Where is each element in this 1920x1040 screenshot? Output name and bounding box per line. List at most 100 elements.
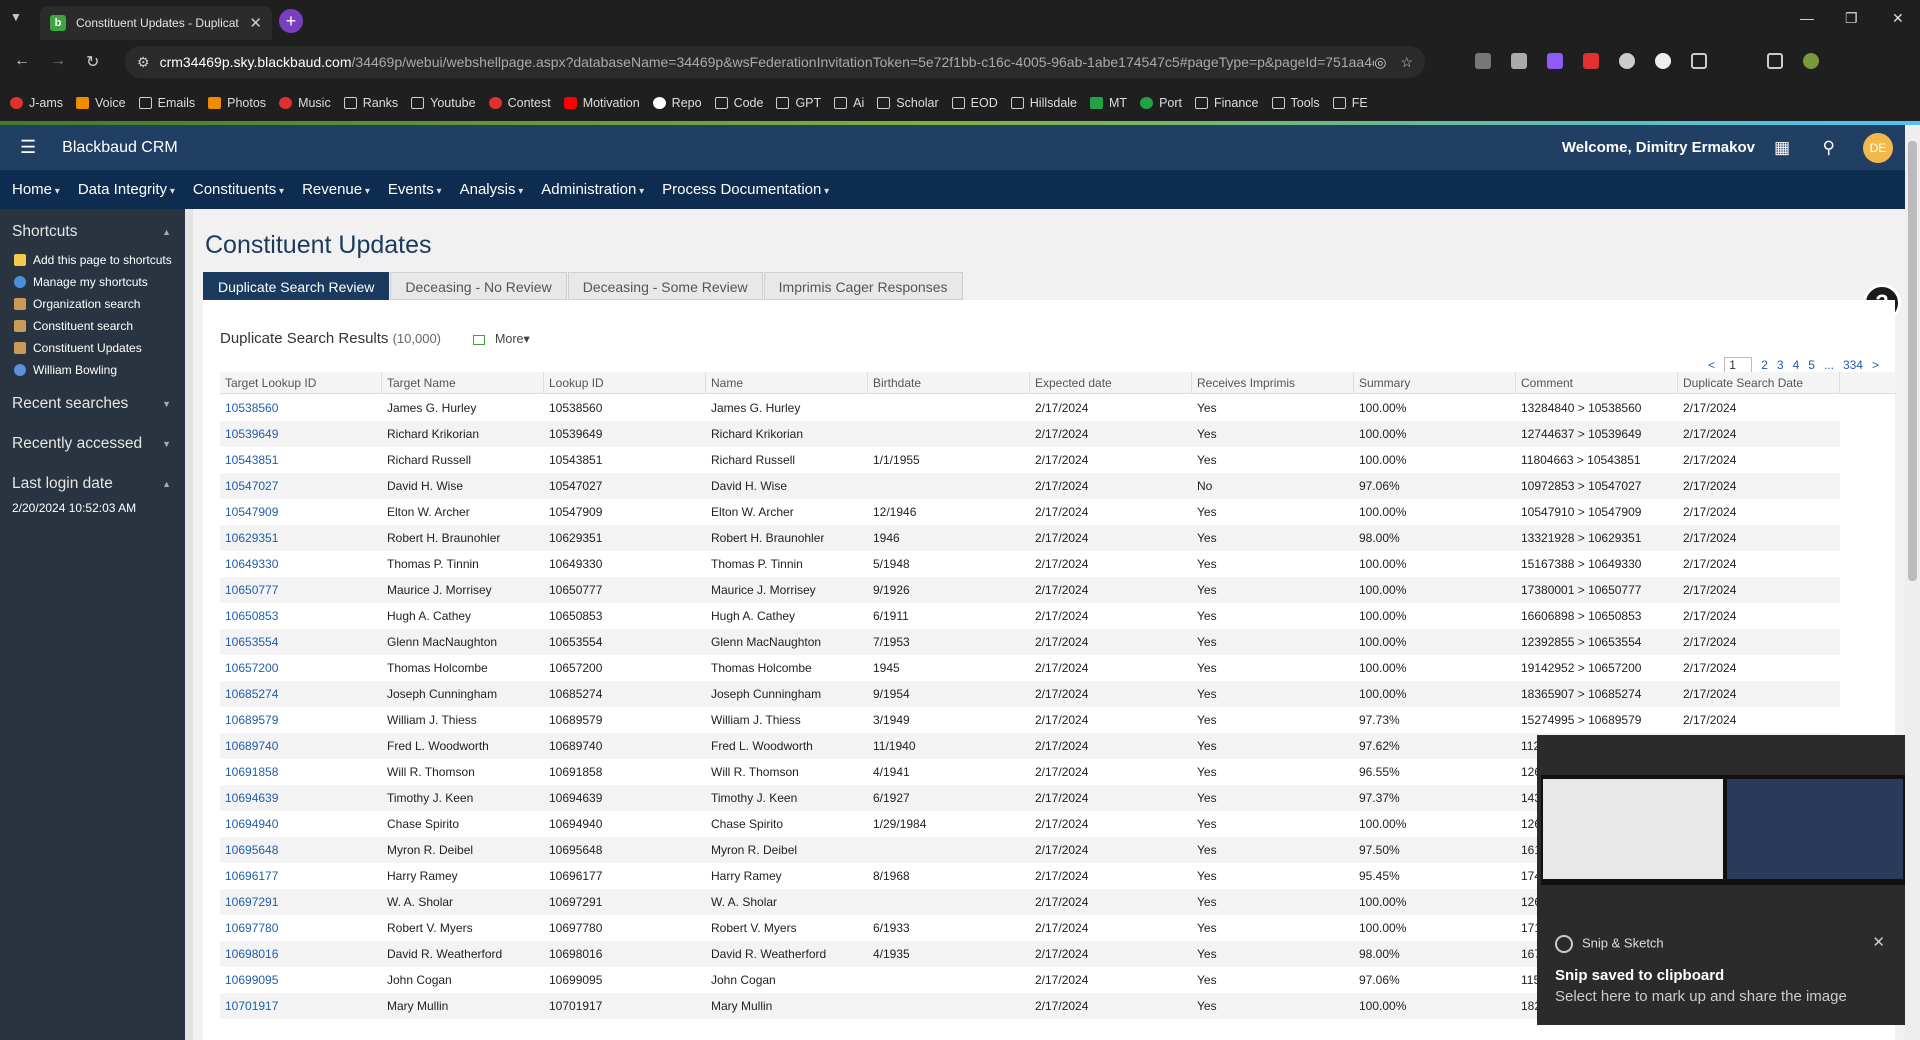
target-lookup-link[interactable]: 10650777 — [220, 577, 382, 603]
table-row[interactable]: 10689579 William J. Thiess 10689579 William… — [220, 707, 1840, 733]
scrollbar-thumb[interactable] — [1908, 141, 1917, 581]
target-lookup-link[interactable]: 10629351 — [220, 525, 382, 551]
puzzle-icon[interactable] — [1691, 53, 1707, 69]
bookmark-folder[interactable]: Emails — [138, 96, 195, 110]
bookmark-folder[interactable]: Ranks — [343, 96, 398, 110]
pager-prev[interactable]: < — [1708, 358, 1715, 372]
pager-page[interactable]: 4 — [1793, 358, 1800, 372]
extension-icon[interactable] — [1547, 53, 1563, 69]
bookmark-folder[interactable]: Ai — [834, 96, 864, 110]
extension-icon[interactable] — [1475, 53, 1491, 69]
column-header[interactable]: Lookup ID — [544, 372, 706, 393]
shortcut-manage[interactable]: Manage my shortcuts — [12, 275, 185, 289]
target-lookup-link[interactable]: 10698016 — [220, 941, 382, 967]
target-lookup-link[interactable]: 10657200 — [220, 655, 382, 681]
pager-next[interactable]: > — [1872, 358, 1879, 372]
target-lookup-link[interactable]: 10538560 — [220, 395, 382, 421]
reload-icon[interactable]: ↻ — [86, 52, 99, 72]
profile-icon[interactable] — [1803, 53, 1819, 69]
shortcuts-header[interactable]: Shortcuts ▲ — [12, 223, 185, 241]
tab-deceasing-no-review[interactable]: Deceasing - No Review — [390, 272, 567, 300]
bookmark[interactable]: Repo — [652, 96, 702, 110]
bookmark-folder[interactable]: Code — [714, 96, 763, 110]
column-header[interactable]: Duplicate Search Date — [1678, 372, 1840, 393]
column-header[interactable]: Target Name — [382, 372, 544, 393]
shortcut-william-bowling[interactable]: William Bowling — [12, 363, 185, 377]
column-header[interactable]: Target Lookup ID — [220, 372, 382, 393]
target-lookup-link[interactable]: 10689579 — [220, 707, 382, 733]
eye-off-icon[interactable]: ◎ — [1374, 54, 1386, 71]
table-row[interactable]: 10547909 Elton W. Archer 10547909 Elton W. … — [220, 499, 1840, 525]
target-lookup-link[interactable]: 10543851 — [220, 447, 382, 473]
minimize-icon[interactable]: — — [1800, 10, 1814, 26]
bookmark[interactable]: Voice — [76, 96, 126, 110]
table-row[interactable]: 10543851 Richard Russell 10543851 Richard R… — [220, 447, 1840, 473]
tab-duplicate-search-review[interactable]: Duplicate Search Review — [203, 272, 390, 300]
recently-accessed-header[interactable]: Recently accessed ▼ — [12, 435, 185, 453]
extension-icon[interactable] — [1511, 53, 1527, 69]
table-row[interactable]: 10653554 Glenn MacNaughton 10653554 Glenn M… — [220, 629, 1840, 655]
new-tab-button[interactable]: + — [279, 9, 303, 33]
back-icon[interactable]: ← — [14, 52, 30, 70]
target-lookup-link[interactable]: 10695648 — [220, 837, 382, 863]
column-header[interactable]: Birthdate — [868, 372, 1030, 393]
shortcut-constituent-updates[interactable]: Constituent Updates — [12, 341, 185, 355]
column-header[interactable]: Comment — [1516, 372, 1678, 393]
column-header[interactable]: Name — [706, 372, 868, 393]
window-close-icon[interactable]: ✕ — [1892, 10, 1904, 27]
restore-icon[interactable]: ❐ — [1845, 10, 1858, 27]
tab-close-icon[interactable]: ✕ — [249, 14, 262, 32]
tab-imprimis-cager-responses[interactable]: Imprimis Cager Responses — [763, 272, 963, 300]
extension-icon[interactable] — [1619, 53, 1635, 69]
bookmark[interactable]: Port — [1140, 96, 1182, 110]
bookmark-folder[interactable]: Tools — [1271, 96, 1320, 110]
bookmark-folder[interactable]: Scholar — [877, 96, 939, 110]
target-lookup-link[interactable]: 10649330 — [220, 551, 382, 577]
bookmark[interactable]: MT — [1090, 96, 1127, 110]
bookmark-folder[interactable]: Finance — [1195, 96, 1259, 110]
tab-list-chevron-icon[interactable]: ▼ — [10, 10, 22, 24]
nav-administration[interactable]: Administration — [541, 181, 644, 198]
nav-home[interactable]: Home — [12, 181, 60, 198]
page-scrollbar[interactable] — [1905, 125, 1920, 1040]
target-lookup-link[interactable]: 10547027 — [220, 473, 382, 499]
shortcut-add-page[interactable]: Add this page to shortcuts — [12, 253, 185, 267]
more-menu[interactable]: More▾ — [473, 331, 530, 346]
bookmark-folder[interactable]: FE — [1332, 96, 1368, 110]
bookmark[interactable]: Motivation — [563, 96, 640, 110]
toast-close-icon[interactable]: ✕ — [1872, 933, 1885, 951]
column-header[interactable]: Summary — [1354, 372, 1516, 393]
snip-preview-image[interactable] — [1541, 775, 1905, 885]
target-lookup-link[interactable]: 10539649 — [220, 421, 382, 447]
nav-revenue[interactable]: Revenue — [302, 181, 370, 198]
target-lookup-link[interactable]: 10653554 — [220, 629, 382, 655]
pager-page[interactable]: 2 — [1761, 358, 1768, 372]
target-lookup-link[interactable]: 10696177 — [220, 863, 382, 889]
browser-tab[interactable]: b Constituent Updates - Duplicat ✕ — [40, 6, 272, 40]
target-lookup-link[interactable]: 10697291 — [220, 889, 382, 915]
pager-current-input[interactable]: 1 — [1724, 357, 1753, 373]
target-lookup-link[interactable]: 10547909 — [220, 499, 382, 525]
bookmark-folder[interactable]: EOD — [951, 96, 998, 110]
bookmark[interactable]: J-ams — [10, 96, 63, 110]
recent-searches-header[interactable]: Recent searches ▼ — [12, 395, 185, 413]
pager-page[interactable]: 5 — [1808, 358, 1815, 372]
nav-constituents[interactable]: Constituents — [193, 181, 284, 198]
nav-data-integrity[interactable]: Data Integrity — [78, 181, 175, 198]
table-row[interactable]: 10649330 Thomas P. Tinnin 10649330 Thomas P… — [220, 551, 1840, 577]
target-lookup-link[interactable]: 10699095 — [220, 967, 382, 993]
target-lookup-link[interactable]: 10701917 — [220, 993, 382, 1019]
nav-analysis[interactable]: Analysis — [460, 181, 524, 198]
pager-last[interactable]: 334 — [1843, 358, 1863, 372]
target-lookup-link[interactable]: 10694940 — [220, 811, 382, 837]
column-header[interactable]: Expected date — [1030, 372, 1192, 393]
bookmark-star-icon[interactable]: ☆ — [1400, 54, 1413, 71]
shortcut-constituent-search[interactable]: Constituent search — [12, 319, 185, 333]
pager-page[interactable]: 3 — [1777, 358, 1784, 372]
side-panel-icon[interactable] — [1767, 53, 1783, 69]
search-icon[interactable]: ⚲ — [1823, 138, 1835, 158]
nav-process-documentation[interactable]: Process Documentation — [662, 181, 829, 198]
bookmark-folder[interactable]: Youtube — [411, 96, 476, 110]
table-row[interactable]: 10547027 David H. Wise 10547027 David H. Wi… — [220, 473, 1840, 499]
target-lookup-link[interactable]: 10694639 — [220, 785, 382, 811]
